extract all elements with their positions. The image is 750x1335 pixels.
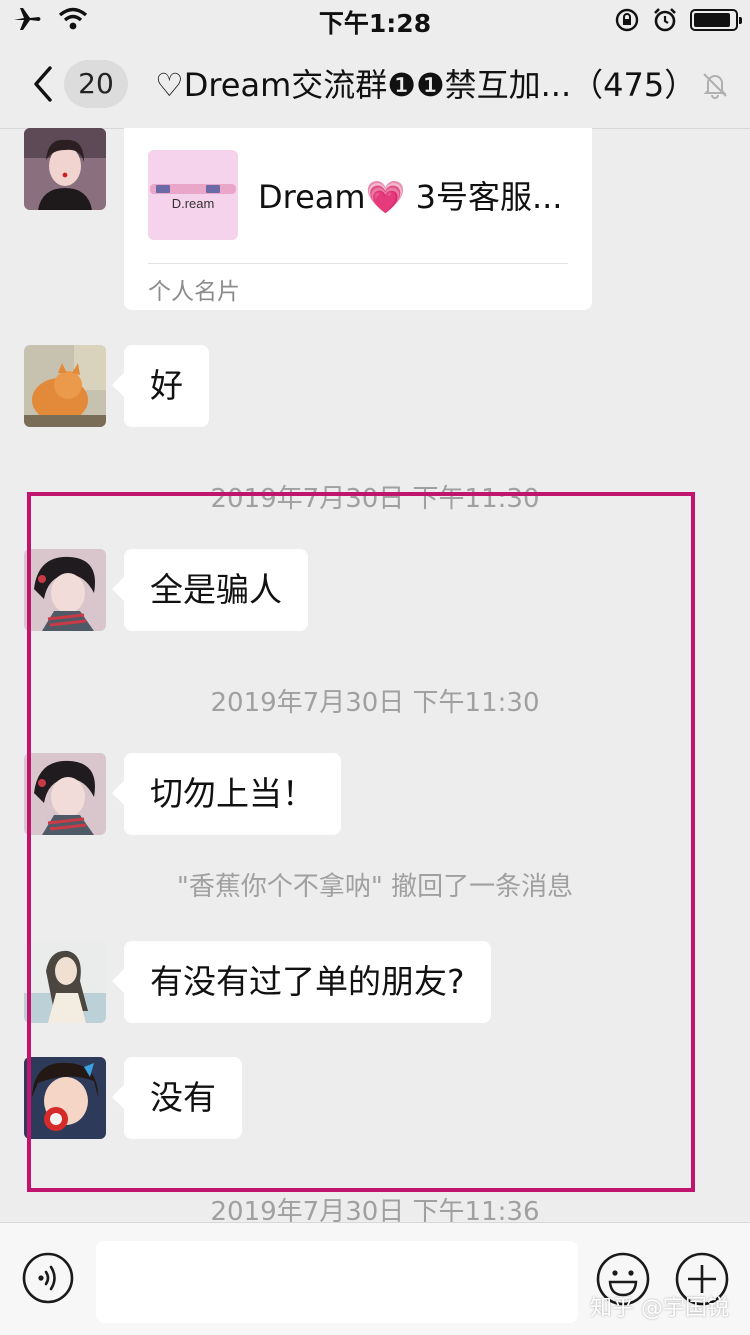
contact-card-type: 个人名片 xyxy=(148,279,240,305)
battery-icon xyxy=(690,9,742,31)
message-bubble[interactable]: 好 xyxy=(112,345,209,427)
highlight-annotation xyxy=(27,492,695,1192)
watermark: 知乎 @宇国锐 xyxy=(590,1296,729,1321)
unread-count-badge[interactable]: 20 xyxy=(64,60,128,108)
message-input[interactable] xyxy=(96,1241,578,1323)
battery-fill xyxy=(694,13,730,27)
contact-card[interactable]: D.ream Dream💗 3号客服... 个人名片 xyxy=(124,128,592,310)
chat-title[interactable]: ♡Dream交流群❶❶禁互加...（475） xyxy=(155,64,700,106)
divider xyxy=(148,263,568,264)
nav-bar: 20 ♡Dream交流群❶❶禁互加...（475） xyxy=(0,40,750,129)
contact-card-thumbnail: D.ream xyxy=(148,150,238,240)
rotation-lock-icon xyxy=(615,8,639,32)
status-bar: 下午1:28 xyxy=(0,0,750,40)
mute-bell-icon xyxy=(703,73,727,99)
card-thumb-label: D.ream xyxy=(171,196,215,211)
avatar[interactable] xyxy=(24,345,106,427)
alarm-icon xyxy=(654,8,676,32)
avatar[interactable] xyxy=(24,128,106,210)
voice-input-button[interactable] xyxy=(21,1251,75,1305)
back-button[interactable] xyxy=(26,60,66,108)
contact-card-name: Dream💗 3号客服... xyxy=(258,178,563,216)
